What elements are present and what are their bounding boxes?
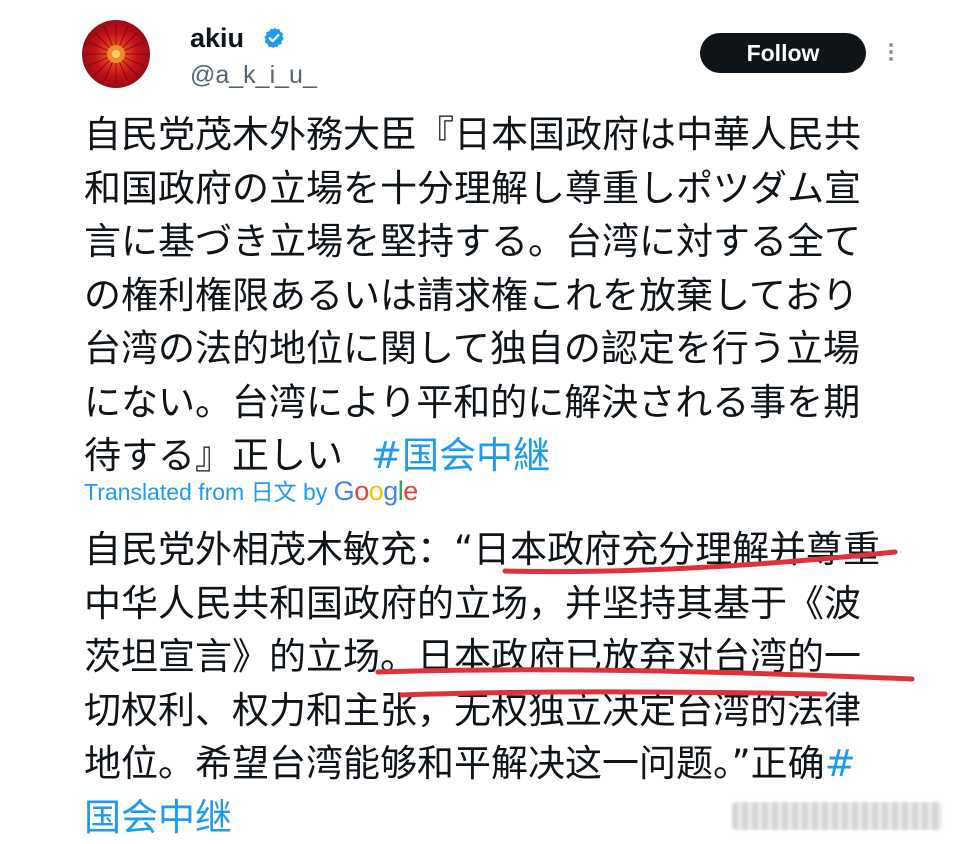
verified-badge-icon [264,27,284,49]
translation-label[interactable]: Translated from 日文 by Google [84,476,418,507]
translation-text: 自民党外相茂木敏充：“日本政府充分理解并尊重中华人民共和国政府的立场，并坚持其基… [84,523,884,844]
more-dot [889,43,893,47]
tweet-text: 自民党茂木外務大臣『日本国政府は中華人民共和国政府の立場を十分理解し尊重しポツダ… [84,108,884,483]
google-letter: o [354,476,369,506]
more-dot [889,50,893,54]
tweet-body: 自民党茂木外務大臣『日本国政府は中華人民共和国政府の立場を十分理解し尊重しポツダ… [84,113,861,477]
tweet-hashtag-link[interactable]: #国会中継 [371,434,550,477]
follow-button[interactable]: Follow [700,33,866,73]
more-vertical-icon[interactable] [884,40,898,68]
google-letter: g [383,476,398,506]
translation-prefix: Translated from 日文 by [84,479,334,505]
google-letter: e [403,476,418,506]
more-dot [889,57,893,61]
translation-body: 自民党外相茂木敏充：“日本政府充分理解并尊重中华人民共和国政府的立场，并坚持其基… [84,528,881,785]
google-logo: Google [333,476,419,506]
avatar[interactable] [82,20,150,88]
google-letter: o [368,476,384,506]
author-display-name[interactable]: akiu [190,22,244,54]
watermark [732,802,942,830]
google-letter: G [333,476,355,506]
author-handle[interactable]: @a_k_i_u_ [190,60,317,90]
red-dahlia-avatar-icon [86,24,146,84]
